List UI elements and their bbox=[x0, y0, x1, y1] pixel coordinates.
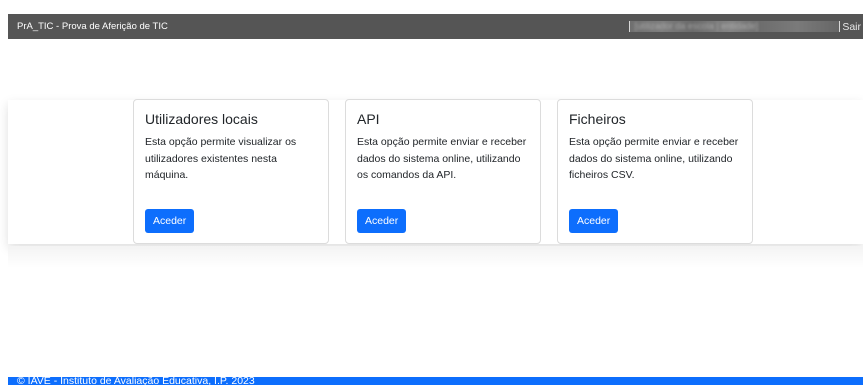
access-local-users-button[interactable]: Aceder bbox=[145, 209, 195, 233]
card-title: API bbox=[357, 111, 380, 127]
access-files-button[interactable]: Aceder bbox=[569, 209, 619, 233]
card-description: Esta opção permite enviar e receber dado… bbox=[357, 136, 527, 181]
card-api: API Esta opção permite enviar e receber … bbox=[345, 99, 541, 244]
card-description: Esta opção permite visualizar os utiliza… bbox=[145, 136, 297, 181]
access-api-button[interactable]: Aceder bbox=[357, 209, 407, 233]
card-local-users: Utilizadores locais Esta opção permite v… bbox=[133, 99, 329, 244]
user-area: [utilizador da escola | entidade] Sair bbox=[629, 21, 863, 33]
user-name-redacted: [utilizador da escola | entidade] bbox=[629, 21, 841, 32]
card-files: Ficheiros Esta opção permite enviar e re… bbox=[557, 99, 753, 244]
card-title: Utilizadores locais bbox=[145, 111, 258, 127]
logout-link[interactable]: Sair bbox=[842, 21, 863, 33]
footer-bar: © IAVE - Instituto de Avaliação Educativ… bbox=[8, 377, 863, 385]
app-title: PrA_TIC - Prova de Aferição de TIC bbox=[17, 21, 168, 32]
card-description: Esta opção permite enviar e receber dado… bbox=[569, 136, 739, 181]
top-navbar: PrA_TIC - Prova de Aferição de TIC [util… bbox=[8, 14, 863, 39]
footer-copyright: © IAVE - Instituto de Avaliação Educativ… bbox=[17, 377, 255, 385]
user-name: [utilizador da escola | entidade] bbox=[634, 21, 759, 31]
card-title: Ficheiros bbox=[569, 111, 626, 127]
page-background bbox=[8, 246, 863, 376]
